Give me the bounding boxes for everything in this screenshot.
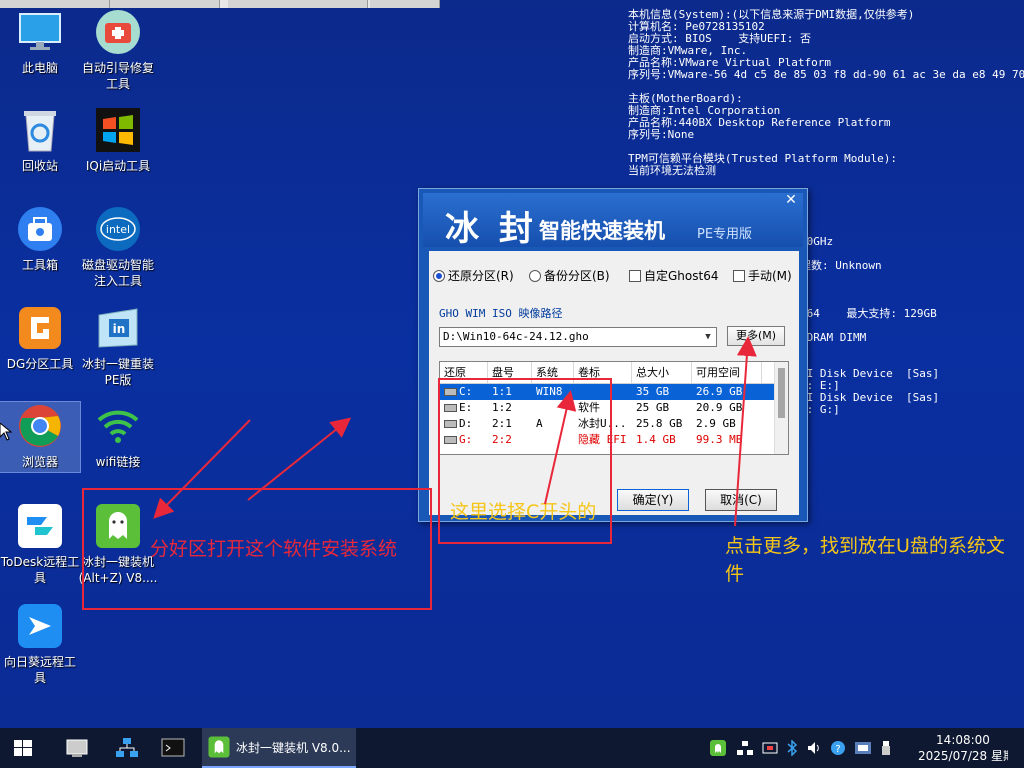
windows-start-icon[interactable]: [14, 740, 32, 756]
arrow-to-c-row: [544, 390, 577, 505]
arrow-to-more-button: [734, 336, 757, 527]
terminal-icon[interactable]: [160, 736, 186, 760]
clock-date: 2025/07/28 星期: [918, 749, 1008, 763]
taskbar-active-app[interactable]: 冰封一键装机 V8.0...: [202, 728, 356, 768]
annotation-arrows: [153, 336, 757, 527]
network-tray-icon[interactable]: [736, 740, 754, 756]
clock[interactable]: 14:08:00 2025/07/28 星期: [918, 732, 1008, 764]
ghost-tray-icon[interactable]: [710, 740, 726, 756]
taskbar: 冰封一键装机 V8.0... ? 14:08:00 2025/07/28 星期: [0, 728, 1024, 768]
system-tray: ?: [706, 738, 916, 758]
device-tray-icon[interactable]: [762, 740, 778, 756]
arrow-to-app: [153, 419, 251, 519]
taskbar-app-label: 冰封一键装机 V8.0...: [236, 740, 351, 755]
usb-icon[interactable]: [880, 740, 892, 756]
file-explorer-icon[interactable]: [64, 736, 90, 760]
svg-text:?: ?: [835, 744, 840, 755]
help-icon[interactable]: ?: [830, 740, 846, 756]
ghost-app-icon: [208, 736, 230, 758]
clock-time: 14:08:00: [936, 733, 990, 747]
bluetooth-icon[interactable]: [786, 740, 798, 756]
vmware-tray-icon[interactable]: [854, 740, 872, 756]
volume-icon[interactable]: [806, 740, 822, 756]
network-icon[interactable]: [114, 736, 140, 760]
arrow-to-dialog: [247, 417, 352, 501]
